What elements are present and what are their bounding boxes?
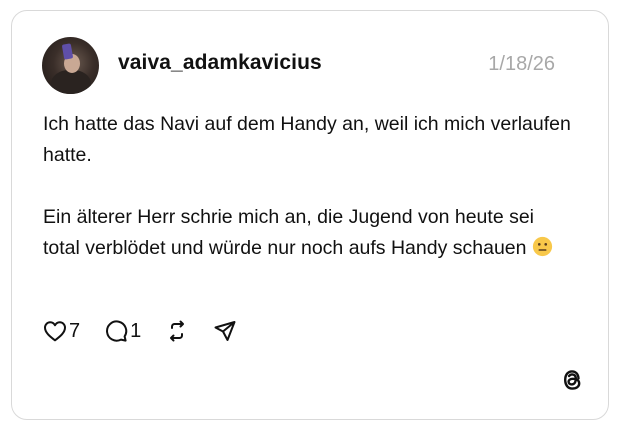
avatar-figure: [51, 70, 91, 94]
post-card[interactable]: vaiva_adamkavicius 1/18/26 Ich hatte das…: [11, 10, 609, 420]
post-paragraph-2-text: Ein älterer Herr schrie mich an, die Jug…: [43, 206, 535, 259]
like-button[interactable]: 7: [43, 320, 80, 343]
action-bar: 7 1: [43, 317, 237, 345]
threads-logo-icon[interactable]: [559, 366, 585, 394]
heart-icon: [44, 321, 66, 342]
repost-icon: [170, 320, 185, 342]
share-icon: [214, 321, 236, 341]
post-paragraph-1-text: Ich hatte das Navi auf dem Handy an, wei…: [43, 113, 571, 166]
post-paragraph-1: Ich hatte das Navi auf dem Handy an, wei…: [43, 109, 573, 171]
avatar-phone: [61, 43, 74, 60]
post-text: Ich hatte das Navi auf dem Handy an, wei…: [43, 109, 573, 264]
like-count: 7: [69, 319, 81, 342]
post-date: 1/18/26: [488, 53, 555, 75]
repost-button[interactable]: [165, 319, 189, 343]
username[interactable]: vaiva_adamkavicius: [118, 51, 322, 75]
neutral-face-emoji-icon: [532, 236, 553, 257]
reply-count: 1: [130, 319, 142, 342]
reply-button[interactable]: 1: [104, 319, 141, 343]
comment-icon: [106, 320, 128, 342]
post-paragraph-2: Ein älterer Herr schrie mich an, die Jug…: [43, 202, 573, 264]
avatar[interactable]: [42, 37, 99, 94]
share-button[interactable]: [213, 319, 237, 343]
